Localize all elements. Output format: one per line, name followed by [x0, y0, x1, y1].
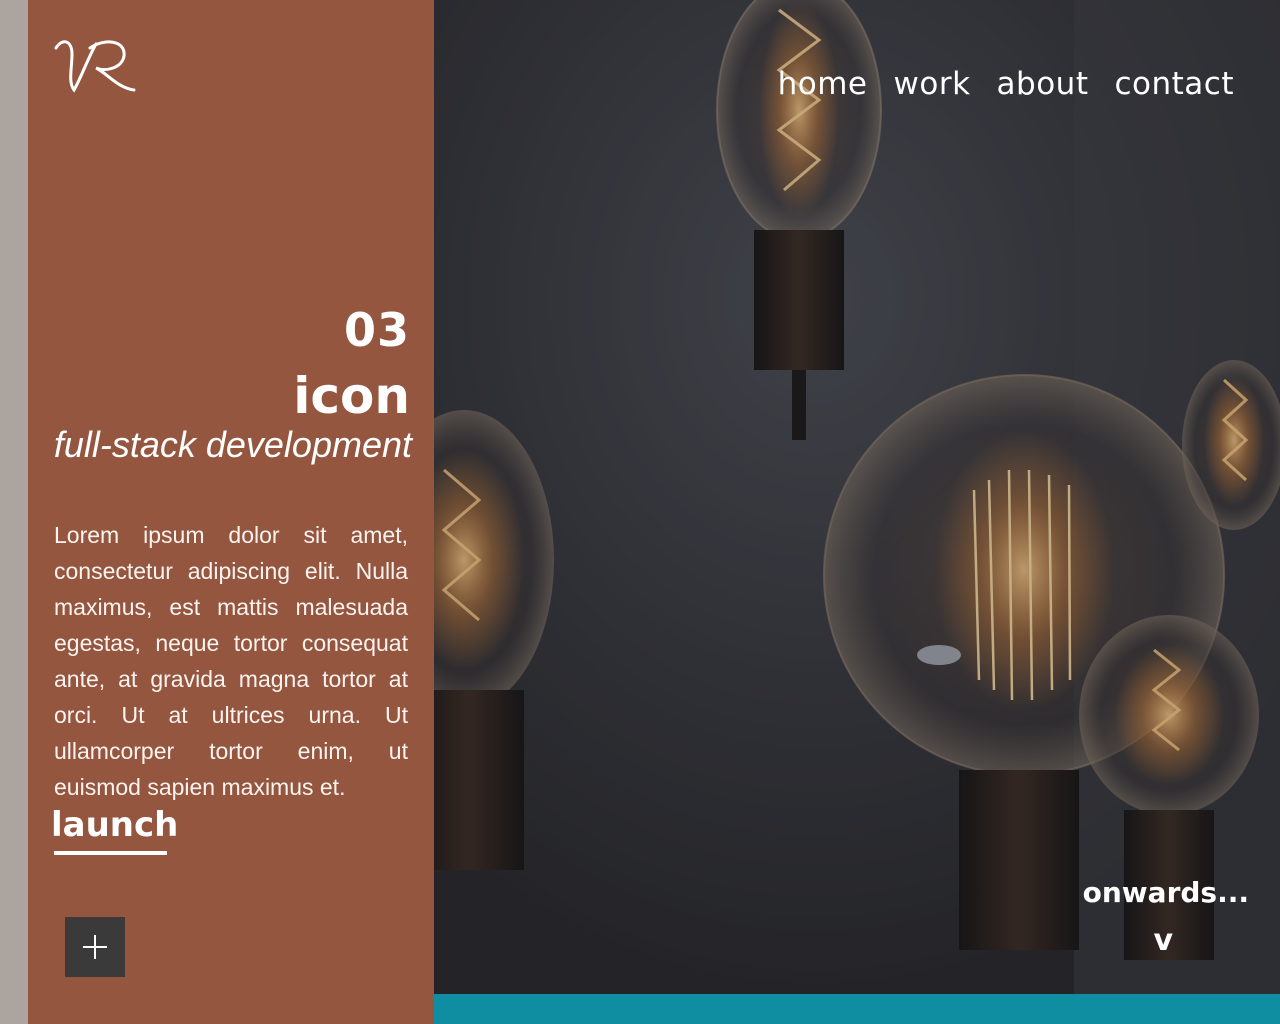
- hero-image: home work about contact onwards... v: [434, 0, 1280, 994]
- project-number: 03: [343, 303, 410, 357]
- project-description: Lorem ipsum dolor sit amet, consectetur …: [54, 522, 408, 800]
- nav-item-contact[interactable]: contact: [1114, 62, 1234, 106]
- scroll-hint-label[interactable]: onwards...: [1083, 874, 1249, 912]
- nav-item-work[interactable]: work: [894, 62, 971, 106]
- page: 03 icon full-stack development Lorem ips…: [0, 0, 1280, 1024]
- nav-item-home[interactable]: home: [778, 62, 868, 106]
- left-edge-strip: [0, 0, 28, 1024]
- project-subtitle: full-stack development: [53, 424, 412, 465]
- light-bulbs-photo: [434, 0, 1280, 994]
- expand-button[interactable]: [65, 917, 125, 977]
- launch-underline: [54, 851, 167, 855]
- main-nav: home work about contact: [778, 62, 1234, 106]
- launch-link[interactable]: launch: [51, 803, 178, 847]
- vr-logo-icon[interactable]: [52, 34, 138, 96]
- nav-item-about[interactable]: about: [997, 62, 1089, 106]
- project-title: icon: [293, 367, 410, 425]
- project-panel: 03 icon full-stack development Lorem ips…: [28, 0, 434, 1024]
- scroll-down-arrow-icon[interactable]: v: [1153, 920, 1173, 962]
- plus-icon: [83, 935, 107, 959]
- bottom-accent-bar: [434, 994, 1280, 1024]
